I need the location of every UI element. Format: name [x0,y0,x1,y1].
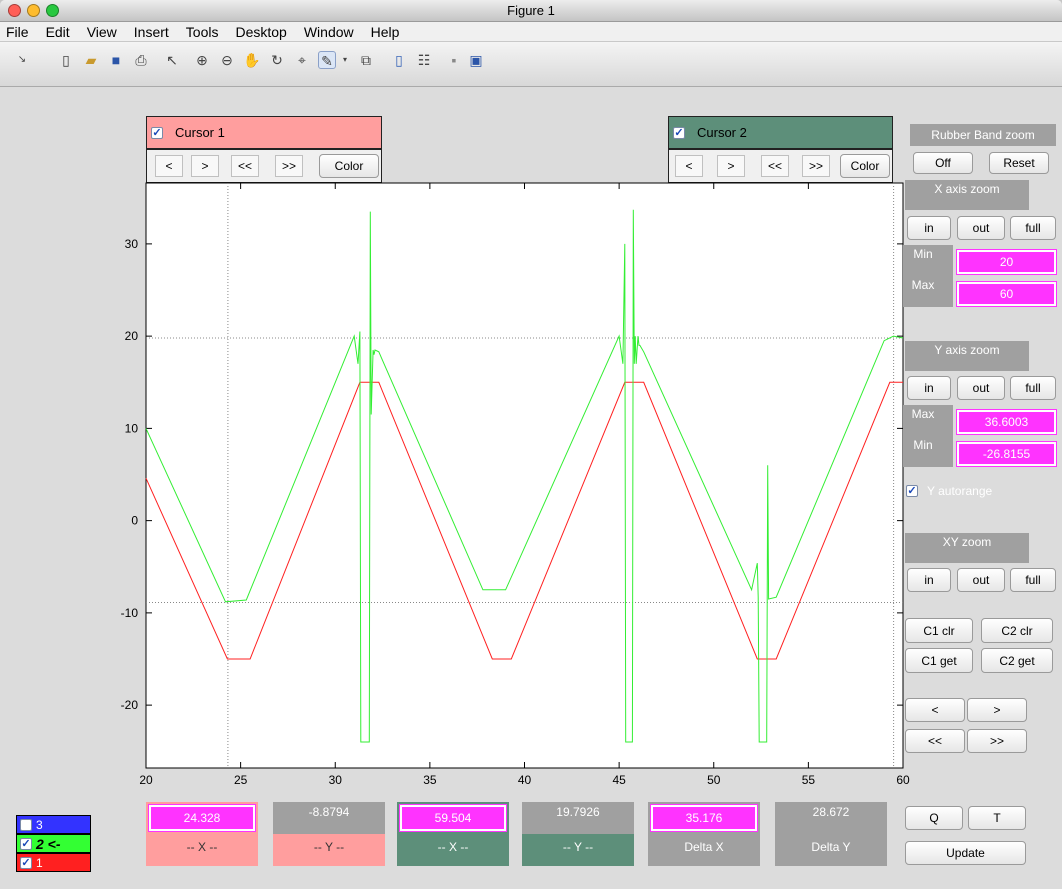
nav-jump-left-button[interactable]: << [905,729,965,753]
xy-zoom-label: XY zoom [905,533,1029,563]
xy-zoom-out-button[interactable]: out [957,568,1005,592]
q-button[interactable]: Q [905,806,963,830]
y-autorange-control[interactable]: ✓ Y autorange [906,482,1056,500]
trace-1-checkbox[interactable]: ✓ [20,856,32,869]
x-zoom-out-button[interactable]: out [957,216,1005,240]
trace-2-label: 2 <- [36,835,61,852]
c1-y-readout: -8.8794 -- Y -- [273,802,385,866]
c1-x-readout: 24.328 -- X -- [146,802,258,866]
c1-x-value[interactable]: 24.328 [148,804,256,832]
x-tick-label: 30 [329,773,343,787]
xy-zoom-in-button[interactable]: in [907,568,951,592]
y-min-label: Min [913,438,933,452]
x-max-field[interactable]: 60 [956,281,1057,307]
trace-1-label: 1 [36,855,43,870]
x-tick-label: 40 [518,773,532,787]
trace-2-selector[interactable]: ✓ 2 <- [16,834,91,853]
trace-3-label: 3 [36,817,43,832]
c2-get-button[interactable]: C2 get [981,648,1053,673]
x-tick-label: 60 [896,773,910,787]
c1-x-label: -- X -- [186,840,218,854]
xy-zoom-full-button[interactable]: full [1010,568,1056,592]
rubber-band-zoom-label: Rubber Band zoom [910,124,1056,146]
x-zoom-in-button[interactable]: in [907,216,951,240]
y-tick-label: 20 [125,329,139,343]
x-minmax-label-box: Min Max [903,245,953,307]
delta-y-readout: 28.672 Delta Y [775,802,887,866]
y-zoom-full-button[interactable]: full [1010,376,1056,400]
nav-jump-right-button[interactable]: >> [967,729,1027,753]
c2-x-value[interactable]: 59.504 [399,804,507,832]
x-tick-label: 50 [707,773,721,787]
y-tick-label: 0 [131,514,138,528]
c2-y-value: 19.7926 [522,802,634,834]
y-max-field[interactable]: 36.6003 [956,409,1057,435]
x-axis-zoom-label: X axis zoom [905,180,1029,210]
x-tick-label: 45 [612,773,626,787]
y-max-label: Max [911,407,935,421]
delta-y-label: Delta Y [811,840,851,854]
c2-y-readout: 19.7926 -- Y -- [522,802,634,866]
y-tick-label: 30 [125,237,139,251]
x-min-label: Min [913,247,933,261]
trace-2-checkbox[interactable]: ✓ [20,837,32,850]
t-button[interactable]: T [968,806,1026,830]
x-min-field[interactable]: 20 [956,249,1057,275]
c1-y-label: -- Y -- [313,840,345,854]
x-tick-label: 55 [802,773,816,787]
x-tick-label: 25 [234,773,248,787]
delta-x-readout: 35.176 Delta X [648,802,760,866]
figure-window: Figure 1 File Edit View Insert Tools Des… [0,0,1062,889]
x-max-label: Max [911,278,935,292]
c2-y-label: -- Y -- [562,840,594,854]
y-axis-zoom-label: Y axis zoom [905,341,1029,371]
c1-get-button[interactable]: C1 get [905,648,973,673]
trace-1-selector[interactable]: ✓ 1 [16,853,91,872]
y-minmax-label-box: Max Min [903,405,953,467]
y-min-field[interactable]: -26.8155 [956,441,1057,467]
x-tick-label: 20 [139,773,153,787]
c2-clear-button[interactable]: C2 clr [981,618,1053,643]
c2-x-readout: 59.504 -- X -- [397,802,509,866]
c1-y-value: -8.8794 [273,802,385,834]
c2-x-label: -- X -- [437,840,469,854]
y-autorange-checkbox[interactable]: ✓ [906,485,918,497]
y-tick-label: -20 [121,698,139,712]
y-zoom-in-button[interactable]: in [907,376,951,400]
y-autorange-label: Y autorange [927,484,993,498]
plot-area[interactable] [145,182,904,769]
trace-3-selector[interactable]: ✓ 3 [16,815,91,834]
rubber-band-off-button[interactable]: Off [913,152,973,174]
nav-step-left-button[interactable]: < [905,698,965,722]
c1-clear-button[interactable]: C1 clr [905,618,973,643]
y-zoom-out-button[interactable]: out [957,376,1005,400]
y-tick-label: 10 [125,421,139,435]
nav-step-right-button[interactable]: > [967,698,1027,722]
trace-3-checkbox[interactable]: ✓ [20,818,32,831]
rubber-band-reset-button[interactable]: Reset [989,152,1049,174]
delta-x-value[interactable]: 35.176 [650,804,758,832]
x-tick-label: 35 [423,773,437,787]
delta-x-label: Delta X [684,840,724,854]
delta-y-value: 28.672 [775,802,887,834]
y-tick-label: -10 [121,606,139,620]
update-button[interactable]: Update [905,841,1026,865]
x-zoom-full-button[interactable]: full [1010,216,1056,240]
